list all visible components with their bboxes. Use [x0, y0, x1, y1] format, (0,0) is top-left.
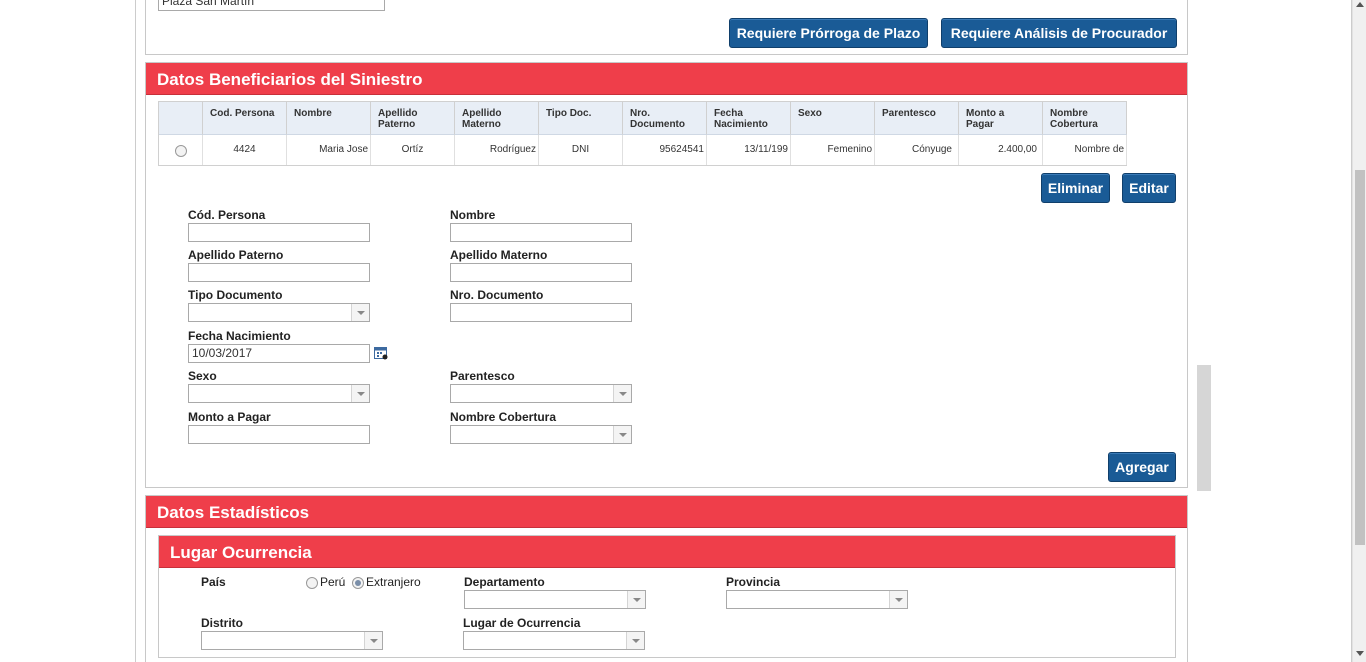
col-tipo-doc[interactable]: Tipo Doc. — [539, 102, 623, 135]
beneficiarios-panel: Datos Beneficiarios del Siniestro Cod. P… — [145, 62, 1188, 488]
page-content: Plaza San Martín Requiere Prórroga de Pl… — [135, 0, 1352, 662]
cell-nombre: Maria Jose — [287, 135, 371, 165]
apellido-paterno-input[interactable] — [188, 263, 370, 282]
departamento-label: Departamento — [464, 575, 545, 589]
cell-nro-doc: 95624541 — [623, 135, 707, 165]
requiere-analisis-button[interactable]: Requiere Análisis de Procurador — [941, 18, 1177, 48]
nombre-cobertura-label: Nombre Cobertura — [450, 410, 557, 424]
cell-tipo-doc: DNI — [539, 135, 623, 165]
address-panel: Plaza San Martín Requiere Prórroga de Pl… — [145, 0, 1188, 55]
fecha-nacimiento-label: Fecha Nacimiento — [188, 329, 291, 343]
nro-documento-input[interactable] — [450, 303, 632, 322]
monto-pagar-label: Monto a Pagar — [188, 410, 271, 424]
apellido-paterno-label: Apellido Paterno — [188, 248, 284, 262]
peru-label: Perú — [320, 575, 346, 589]
calendar-icon[interactable] — [374, 346, 388, 360]
chevron-down-icon — [613, 385, 631, 402]
nro-documento-label: Nro. Documento — [450, 288, 544, 302]
cell-sexo: Femenino — [791, 135, 875, 165]
lugar-ocurrencia-panel: Lugar Ocurrencia País Perú Extranjero De… — [158, 535, 1176, 658]
beneficiarios-header: Datos Beneficiarios del Siniestro — [146, 63, 1187, 95]
nombre-input[interactable] — [450, 223, 632, 242]
col-apellido-materno[interactable]: Apellido Materno — [455, 102, 539, 135]
radio-peru[interactable] — [306, 577, 318, 589]
fecha-nacimiento-input[interactable]: 10/03/2017 — [188, 344, 370, 363]
sexo-label: Sexo — [188, 369, 217, 383]
chevron-down-icon — [613, 426, 631, 443]
lugar-ocurrencia-select[interactable] — [463, 631, 645, 650]
tipo-documento-label: Tipo Documento — [188, 288, 283, 302]
scroll-up-icon[interactable] — [1356, 2, 1364, 7]
col-select — [159, 102, 203, 135]
col-nombre[interactable]: Nombre — [287, 102, 371, 135]
pais-label: País — [201, 575, 226, 589]
scrollbar-thumb[interactable] — [1355, 170, 1365, 545]
cell-cod: 4424 — [203, 135, 287, 165]
cell-ap-materno: Rodríguez — [455, 135, 539, 165]
tipo-documento-select[interactable] — [188, 303, 370, 322]
beneficiarios-table: Cod. Persona Nombre Apellido Paterno Apel… — [158, 101, 1127, 166]
departamento-select[interactable] — [464, 590, 646, 609]
scroll-down-icon[interactable] — [1356, 651, 1364, 656]
col-nombre-cobertura[interactable]: Nombre Cobertura — [1043, 102, 1127, 135]
col-sexo[interactable]: Sexo — [791, 102, 875, 135]
col-apellido-paterno[interactable]: Apellido Paterno — [371, 102, 455, 135]
chevron-down-icon — [889, 591, 907, 608]
cell-monto: 2.400,00 — [959, 135, 1043, 165]
lugar-ocurrencia-header: Lugar Ocurrencia — [159, 536, 1175, 568]
apellido-materno-input[interactable] — [450, 263, 632, 282]
apellido-materno-label: Apellido Materno — [450, 248, 548, 262]
cod-persona-label: Cód. Persona — [188, 208, 266, 222]
col-cod-persona[interactable]: Cod. Persona — [203, 102, 287, 135]
provincia-select[interactable] — [726, 590, 908, 609]
chevron-down-icon — [626, 632, 644, 649]
parentesco-label: Parentesco — [450, 369, 515, 383]
col-nro-documento[interactable]: Nro. Documento — [623, 102, 707, 135]
estadisticos-header: Datos Estadísticos — [146, 496, 1187, 528]
cell-parentesco: Cónyuge — [875, 135, 959, 165]
nombre-label: Nombre — [450, 208, 496, 222]
eliminar-button[interactable]: Eliminar — [1041, 173, 1110, 203]
beneficiarios-title: Datos Beneficiarios del Siniestro — [157, 70, 423, 89]
requiere-prorroga-button[interactable]: Requiere Prórroga de Plazo — [729, 18, 928, 48]
address-input[interactable]: Plaza San Martín — [158, 0, 385, 11]
chevron-down-icon — [351, 304, 369, 321]
distrito-label: Distrito — [201, 616, 243, 630]
radio-extranjero[interactable] — [352, 577, 364, 589]
nombre-cobertura-select[interactable] — [450, 425, 632, 444]
estadisticos-title: Datos Estadísticos — [157, 503, 310, 522]
window-scrollbar[interactable] — [1352, 0, 1366, 662]
agregar-button[interactable]: Agregar — [1108, 452, 1176, 482]
col-fecha-nacimiento[interactable]: Fecha Nacimiento — [707, 102, 791, 135]
col-monto-pagar[interactable]: Monto a Pagar — [959, 102, 1043, 135]
monto-pagar-input[interactable] — [188, 425, 370, 444]
row-select-cell — [159, 135, 203, 165]
cell-ap-paterno: Ortíz — [371, 135, 455, 165]
col-parentesco[interactable]: Parentesco — [875, 102, 959, 135]
chevron-down-icon — [351, 385, 369, 402]
cell-cobertura: Nombre de — [1043, 135, 1127, 165]
cell-fecha: 13/11/199 — [707, 135, 791, 165]
inner-scrollbar[interactable] — [1197, 365, 1211, 491]
lugar-ocurrencia-label: Lugar de Ocurrencia — [463, 616, 581, 630]
distrito-select[interactable] — [201, 631, 383, 650]
chevron-down-icon — [364, 632, 382, 649]
row-radio[interactable] — [175, 145, 187, 157]
extranjero-label: Extranjero — [366, 575, 421, 589]
sexo-select[interactable] — [188, 384, 370, 403]
cod-persona-input[interactable] — [188, 223, 370, 242]
lugar-ocurrencia-title: Lugar Ocurrencia — [170, 543, 312, 562]
chevron-down-icon — [627, 591, 645, 608]
editar-button[interactable]: Editar — [1122, 173, 1176, 203]
parentesco-select[interactable] — [450, 384, 632, 403]
estadisticos-panel: Datos Estadísticos Lugar Ocurrencia País… — [145, 495, 1188, 662]
provincia-label: Provincia — [726, 575, 781, 589]
